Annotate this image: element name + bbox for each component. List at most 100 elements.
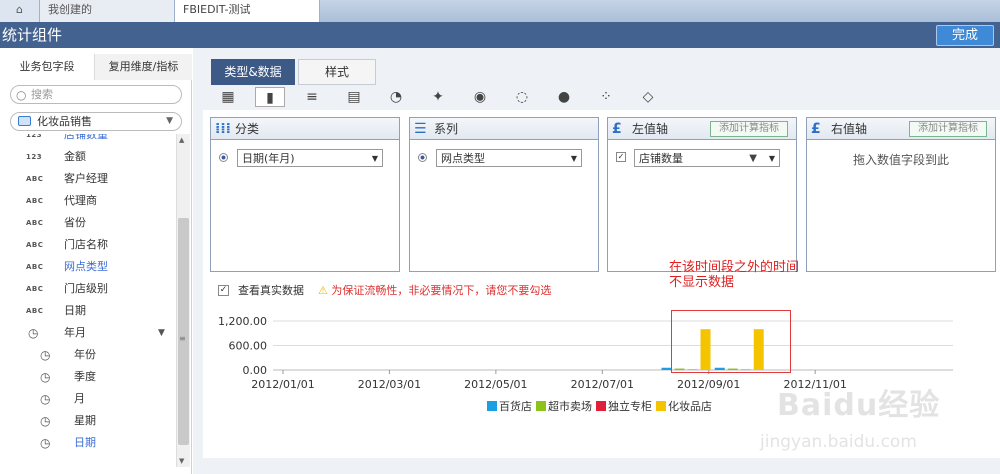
category-field-select[interactable]: 日期(年月) ▼ [237,149,383,167]
series-field-label: 网点类型 [441,152,485,165]
clock-icon: ◷ [40,348,51,362]
chevron-down-icon[interactable]: ▼ [158,322,165,344]
window-tab-bar: ⌂ 我创建的 FBIEDIT-测试 [0,0,1000,22]
legend-label: 超市卖场 [548,400,592,413]
tab-style[interactable]: 样式 [298,59,376,85]
home-tab[interactable]: ⌂ [0,0,40,22]
list-icon: ☰ [414,121,427,137]
series-zone-header: ☰ 系列 [410,118,598,140]
legend-item[interactable]: 超市卖场 [536,401,592,413]
warning-message: ⚠ 为保证流畅性，非必要情况下，请您不要勾选 [318,284,551,298]
field-item[interactable]: ◷ 年份 [0,344,176,366]
bubble-icon[interactable]: ● [549,87,579,107]
tab-reuse-dimensions[interactable]: 复用维度/指标 [95,54,192,80]
right-axis-zone[interactable]: £ 右值轴 添加计算指标 拖入数值字段到此 [806,117,996,272]
annotation-line-2: 不显示数据 [669,275,735,290]
annotation: 在该时间段之外的时间 不显示数据 [669,260,799,290]
bar-horizontal-icon[interactable]: ≡ [297,87,327,107]
map-icon[interactable]: ✦ [423,87,453,107]
x-tick-label: 2012/03/01 [358,378,421,391]
field-type-badge: ABC [26,307,44,315]
field-item[interactable]: 123 金额 [0,146,176,168]
series-field-select[interactable]: 网点类型 ▼ [436,149,582,167]
left-axis-field-select[interactable]: 店铺数量 ▼ ▼ [634,149,780,167]
field-item[interactable]: ◷ 日期 [0,432,176,454]
scroll-thumb[interactable] [178,218,189,445]
x-tick-label: 2012/09/01 [677,378,740,391]
pound-icon: £ [811,121,821,137]
field-type-badge: 123 [26,153,43,161]
field-list-scrollbar[interactable]: ▲ ≡ ▼ [176,134,190,467]
series-radio[interactable] [418,153,427,162]
scroll-up-icon[interactable]: ▲ [179,136,184,144]
field-panel: 业务包字段 复用维度/指标 ○ 搜索 化妆品销售 ▼ 123 店铺数量 123 金额 A… [0,54,192,474]
field-panel-tabs: 业务包字段 复用维度/指标 [0,54,192,80]
donut-icon[interactable]: ◌ [507,87,537,107]
search-input[interactable]: ○ 搜索 [10,85,182,104]
series-zone[interactable]: ☰ 系列 网点类型 ▼ [409,117,599,272]
left-axis-zone[interactable]: £ 左值轴 添加计算指标 ✓ 店铺数量 ▼ ▼ [607,117,797,272]
field-name: 日期 [74,436,96,449]
x-tick-label: 2012/05/01 [464,378,527,391]
category-icon: ⁞⁞⁞ [215,121,231,137]
table-icon[interactable]: ▦ [213,87,243,107]
legend-swatch [596,401,606,411]
legend-item[interactable]: 百货店 [487,401,532,413]
legend-item[interactable]: 独立专柜 [596,401,652,413]
legend-label: 独立专柜 [608,400,652,413]
legend-item[interactable]: 化妆品店 [656,401,712,413]
field-type-badge: ABC [26,263,44,271]
tab-fbiedit[interactable]: FBIEDIT-测试 [175,0,320,22]
highlight-box [671,310,791,373]
chart-legend: 百货店 超市卖场 独立专柜 化妆品店 [487,401,716,415]
category-field-label: 日期(年月) [242,152,295,165]
tab-type-data[interactable]: 类型&数据 [211,59,295,85]
gauge-icon[interactable]: ◉ [465,87,495,107]
field-item[interactable]: ◷ 星期 [0,410,176,432]
field-item[interactable]: ABC 代理商 [0,190,176,212]
field-name: 门店级别 [64,282,108,295]
search-icon: ○ [16,88,27,102]
field-item[interactable]: ABC 客户经理 [0,168,176,190]
watermark: Baidu经验 jingyan.baidu.com [740,380,970,470]
chevron-down-icon: ▼ [166,116,173,126]
left-axis-checkbox[interactable]: ✓ [616,152,626,162]
field-name: 代理商 [64,194,97,207]
field-item[interactable]: ◷ 年月 ▼ [0,322,176,344]
done-button[interactable]: 完成 [936,25,994,46]
package-select[interactable]: 化妆品销售 ▼ [10,112,182,131]
pie-icon[interactable]: ◔ [381,87,411,107]
grip-icon: ≡ [179,334,186,343]
real-data-checkbox[interactable]: ✓ [218,285,229,296]
bar-chart-icon[interactable]: ▮ [255,87,285,107]
field-item[interactable]: 123 店铺数量 [0,134,176,146]
radar-icon[interactable]: ◇ [633,87,663,107]
add-calc-metric-button[interactable]: 添加计算指标 [909,121,987,137]
chevron-down-icon: ▼ [570,154,577,163]
tab-my-created[interactable]: 我创建的 [40,0,175,22]
scatter-icon[interactable]: ⁘ [591,87,621,107]
field-item[interactable]: ABC 省份 [0,212,176,234]
field-name: 月 [74,392,85,405]
field-item[interactable]: ABC 网点类型 [0,256,176,278]
filter-icon[interactable]: ▼ [749,150,757,168]
field-item[interactable]: ABC 门店名称 [0,234,176,256]
category-zone[interactable]: ⁞⁞⁞ 分类 日期(年月) ▼ [210,117,400,272]
field-name: 门店名称 [64,238,108,251]
field-item[interactable]: ABC 日期 [0,300,176,322]
right-axis-zone-header: £ 右值轴 添加计算指标 [807,118,995,140]
legend-swatch [656,401,666,411]
stacked-bar-icon[interactable]: ▤ [339,87,369,107]
tab-business-fields[interactable]: 业务包字段 [0,54,95,80]
series-zone-title: 系列 [434,122,459,136]
real-data-label: 查看真实数据 [238,284,304,297]
field-item[interactable]: ◷ 月 [0,388,176,410]
category-radio[interactable] [219,153,228,162]
scroll-down-icon[interactable]: ▼ [179,457,184,465]
field-item[interactable]: ABC 门店级别 [0,278,176,300]
field-name: 年份 [74,348,96,361]
x-tick-label: 2012/01/01 [251,378,314,391]
field-item[interactable]: ◷ 季度 [0,366,176,388]
right-axis-zone-title: 右值轴 [831,122,868,136]
add-calc-metric-button[interactable]: 添加计算指标 [710,121,788,137]
